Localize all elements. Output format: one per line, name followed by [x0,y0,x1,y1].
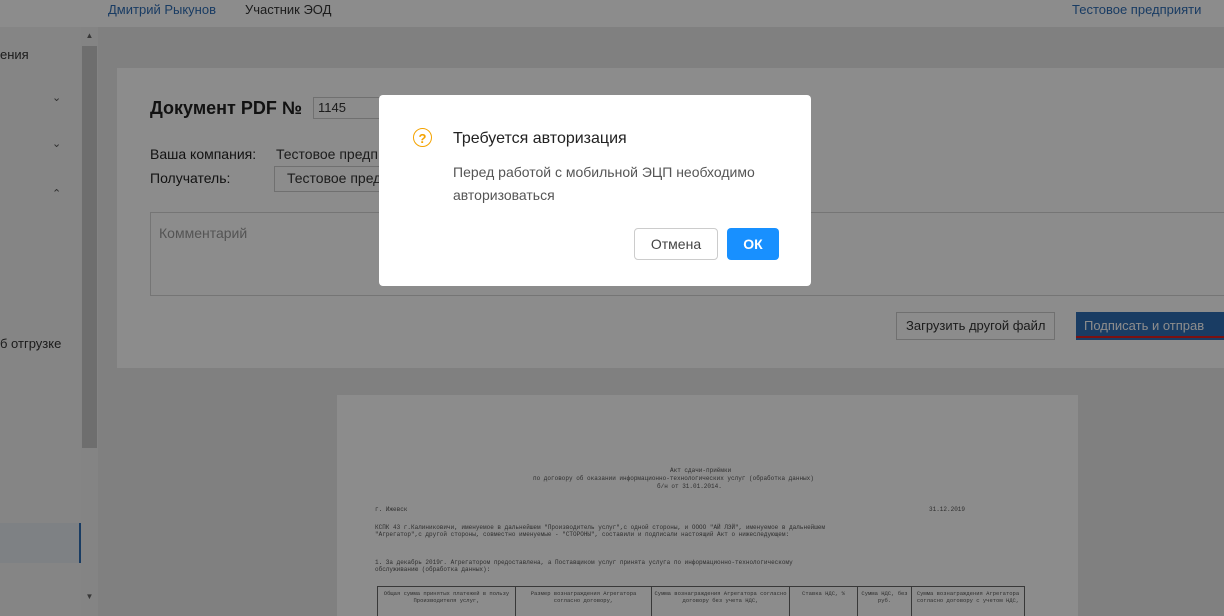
dialog-title: Требуется авторизация [453,130,627,147]
modal-overlay[interactable] [0,0,1224,616]
cancel-button[interactable]: Отмена [634,228,718,260]
ok-button[interactable]: ОК [727,228,779,260]
question-circle-icon: ? [413,128,432,147]
dialog-message: Перед работой с мобильной ЭЦП необходимо… [453,164,755,203]
